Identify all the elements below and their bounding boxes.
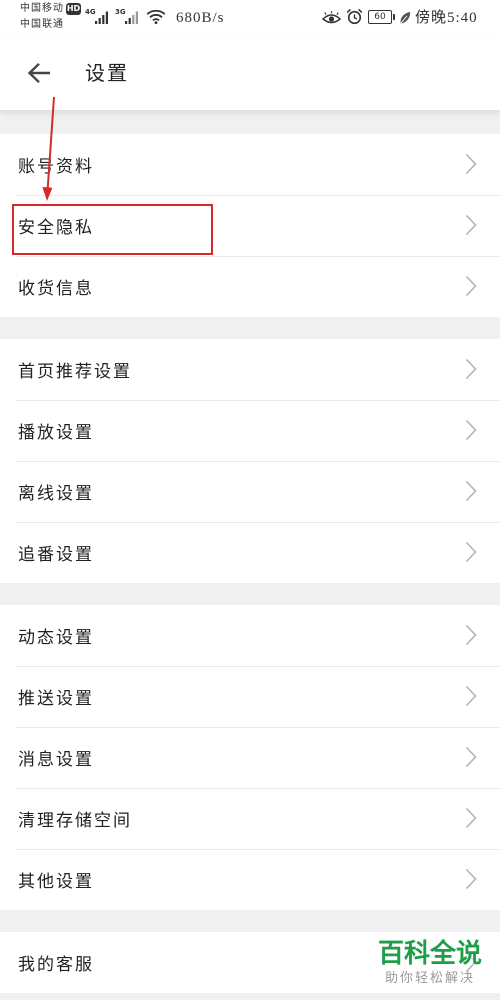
hd-badge: HD	[66, 3, 81, 15]
chevron-right-icon	[465, 153, 477, 175]
playback-settings-item[interactable]: 播放设置	[0, 400, 500, 461]
other-settings-item[interactable]: 其他设置	[0, 849, 500, 910]
network-speed: 680B/s	[176, 10, 225, 26]
follow-series-settings-item[interactable]: 追番设置	[0, 522, 500, 583]
chevron-right-icon	[465, 214, 477, 236]
row-label: 安全隐私	[18, 218, 94, 238]
chevron-right-icon	[465, 868, 477, 890]
status-time: 傍晚5:40	[415, 10, 478, 26]
page-title: 设置	[85, 61, 129, 85]
row-label: 追番设置	[18, 545, 94, 565]
row-label: 推送设置	[18, 689, 94, 709]
offline-settings-item[interactable]: 离线设置	[0, 461, 500, 522]
chevron-right-icon	[465, 419, 477, 441]
push-settings-item[interactable]: 推送设置	[0, 666, 500, 727]
carrier-secondary: 中国联通	[20, 19, 64, 30]
eye-icon	[321, 10, 342, 29]
battery-icon: 60	[368, 10, 395, 24]
settings-group-notifications: 动态设置 推送设置 消息设置 清理存储空间 其他设置	[0, 605, 500, 910]
row-label: 动态设置	[18, 628, 94, 648]
message-settings-item[interactable]: 消息设置	[0, 727, 500, 788]
chevron-right-icon	[465, 624, 477, 646]
leaf-icon	[399, 10, 411, 29]
row-label: 我的客服	[18, 955, 94, 975]
row-label: 首页推荐设置	[18, 362, 132, 382]
chevron-right-icon	[465, 746, 477, 768]
settings-list: 账号资料 安全隐私 收货信息 首页推荐设置 播放设置 离线设置 追番设置 动态设…	[0, 134, 500, 993]
signal-bars-icon	[95, 9, 109, 28]
security-privacy-item[interactable]: 安全隐私	[0, 195, 500, 256]
row-label: 消息设置	[18, 750, 94, 770]
chevron-right-icon	[465, 480, 477, 502]
wifi-icon	[146, 9, 166, 28]
home-recommendation-settings-item[interactable]: 首页推荐设置	[0, 339, 500, 400]
clear-storage-item[interactable]: 清理存储空间	[0, 788, 500, 849]
row-label: 其他设置	[18, 872, 94, 892]
settings-group-account: 账号资料 安全隐私 收货信息	[0, 134, 500, 317]
chevron-right-icon	[465, 541, 477, 563]
row-label: 账号资料	[18, 157, 94, 177]
feed-settings-item[interactable]: 动态设置	[0, 605, 500, 666]
app-header: 设置	[0, 36, 500, 110]
status-bar: 中国移动 HD 中国联通 4G 3G 680B/s 60 傍晚5:40	[0, 0, 500, 36]
shipping-info-item[interactable]: 收货信息	[0, 256, 500, 317]
customer-service-item[interactable]: 我的客服	[0, 932, 500, 993]
account-info-item[interactable]: 账号资料	[0, 134, 500, 195]
row-label: 离线设置	[18, 484, 94, 504]
settings-group-support: 我的客服	[0, 932, 500, 993]
signal-bars-icon	[125, 9, 139, 28]
chevron-right-icon	[465, 275, 477, 297]
settings-group-playback: 首页推荐设置 播放设置 离线设置 追番设置	[0, 339, 500, 583]
chevron-right-icon	[465, 951, 477, 973]
chevron-right-icon	[465, 358, 477, 380]
chevron-right-icon	[465, 807, 477, 829]
row-label: 清理存储空间	[18, 811, 132, 831]
back-arrow-icon	[27, 62, 51, 84]
chevron-right-icon	[465, 685, 477, 707]
row-label: 播放设置	[18, 423, 94, 443]
back-button[interactable]	[22, 56, 56, 90]
row-label: 收货信息	[18, 279, 94, 299]
carrier-primary: 中国移动	[20, 3, 64, 14]
alarm-icon	[346, 8, 363, 29]
